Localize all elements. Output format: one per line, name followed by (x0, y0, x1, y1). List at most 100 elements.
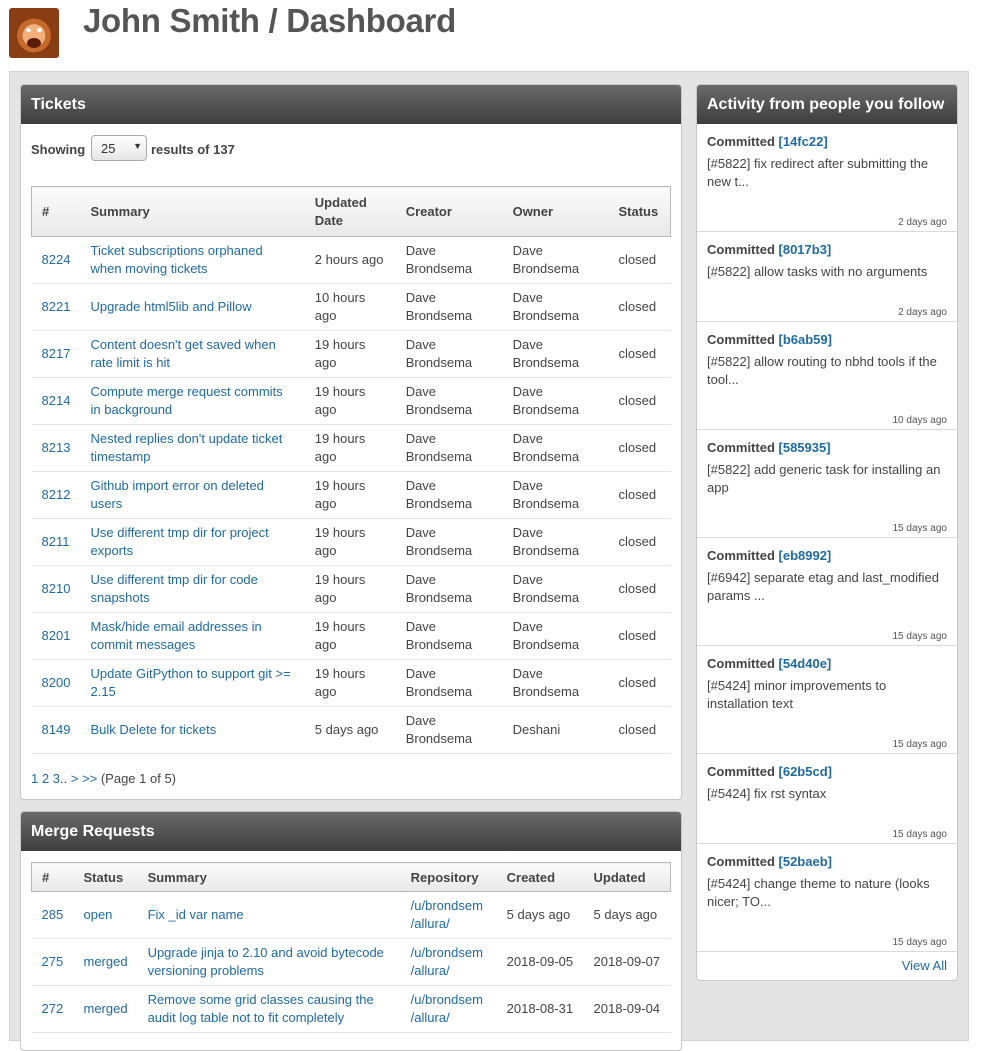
ticket-summary-link[interactable]: Use different tmp dir for code snapshots (90, 572, 257, 605)
pager-page-1[interactable]: 1 (31, 771, 38, 786)
ticket-owner: Dave Brondsema (502, 236, 609, 284)
commit-link[interactable]: [54d40e] (779, 656, 832, 671)
pager-page-3[interactable]: 3 (53, 771, 60, 786)
ticket-number-link[interactable]: 8211 (42, 534, 70, 549)
merge-header-row: # Status Summary Repository Created Upda… (31, 862, 671, 892)
col-repository[interactable]: Repository (400, 862, 497, 892)
ticket-creator: Dave Brondsema (395, 424, 503, 472)
ticket-updated: 19 hours ago (304, 377, 396, 425)
ticket-row: 8213 Nested replies don't update ticket … (31, 424, 671, 472)
activity-panel: Activity from people you follow Committe… (696, 84, 958, 981)
ticket-summary-link[interactable]: Upgrade html5lib and Pillow (90, 299, 251, 314)
ticket-creator: Dave Brondsema (395, 518, 503, 566)
avatar-eye-left (26, 28, 31, 32)
merge-requests-panel: Merge Requests # Status Summary Reposito… (20, 811, 682, 1051)
ticket-summary-link[interactable]: Ticket subscriptions orphaned when movin… (90, 243, 262, 276)
col-creator[interactable]: Creator (395, 186, 503, 237)
commit-link[interactable]: [eb8992] (779, 548, 832, 563)
commit-link[interactable]: [62b5cd] (779, 764, 832, 779)
ticket-row: 8221 Upgrade html5lib and Pillow 10 hour… (31, 283, 671, 331)
activity-time: 15 days ago (892, 523, 948, 534)
ticket-number-link[interactable]: 8212 (42, 487, 71, 502)
ticket-number-link[interactable]: 8210 (42, 581, 71, 596)
ticket-creator: Dave Brondsema (395, 659, 503, 707)
ticket-summary-link[interactable]: Update GitPython to support git >= 2.15 (90, 666, 290, 699)
commit-link[interactable]: [585935] (779, 440, 831, 455)
ticket-number-link[interactable]: 8213 (42, 440, 71, 455)
activity-label: Committed (707, 548, 775, 563)
ticket-number-link[interactable]: 8201 (42, 628, 71, 643)
pager-last[interactable]: >> (82, 771, 97, 786)
avatar-mouth (27, 38, 41, 48)
ticket-status: closed (608, 424, 671, 472)
merge-status-link[interactable]: merged (83, 954, 127, 969)
view-all-link[interactable]: View All (902, 958, 947, 973)
activity-time: 15 days ago (892, 829, 948, 840)
merge-number-link[interactable]: 275 (42, 954, 64, 969)
ticket-owner: Dave Brondsema (502, 377, 609, 425)
col-status[interactable]: Status (608, 186, 672, 237)
commit-link[interactable]: [b6ab59] (779, 332, 832, 347)
ticket-summary-link[interactable]: Github import error on deleted users (90, 478, 263, 511)
merge-repo-link[interactable]: /u/brondsem /allura/ (411, 898, 483, 931)
pager-info: (Page 1 of 5) (100, 771, 176, 786)
col-summary[interactable]: Summary (80, 186, 305, 237)
ticket-status: closed (608, 518, 671, 566)
ticket-number-link[interactable]: 8217 (42, 346, 71, 361)
merge-repo-link[interactable]: /u/brondsem /allura/ (411, 945, 483, 978)
col-updated-date[interactable]: Updated Date (304, 186, 396, 237)
ticket-row: 8210 Use different tmp dir for code snap… (31, 565, 671, 613)
merge-repo-link[interactable]: /u/brondsem /allura/ (411, 992, 483, 1025)
ticket-updated: 19 hours ago (304, 518, 396, 566)
col-status[interactable]: Status (73, 862, 138, 892)
ticket-summary-link[interactable]: Compute merge request commits in backgro… (90, 384, 282, 417)
ticket-number-link[interactable]: 8221 (42, 299, 71, 314)
merge-updated: 2018-09-04 (583, 985, 671, 1033)
ticket-number-link[interactable]: 8224 (42, 252, 71, 267)
activity-title: Committed [54d40e] (707, 656, 947, 671)
merge-status-link[interactable]: open (83, 907, 112, 922)
merge-number-link[interactable]: 272 (42, 1001, 64, 1016)
ticket-updated: 2 hours ago (304, 236, 396, 284)
ticket-row: 8214 Compute merge request commits in ba… (31, 377, 671, 425)
merge-updated: 2018-09-07 (583, 938, 671, 986)
activity-label: Committed (707, 242, 775, 257)
col-updated[interactable]: Updated (583, 862, 671, 892)
pager-page-2[interactable]: 2 (42, 771, 49, 786)
ticket-summary-link[interactable]: Nested replies don't update ticket times… (90, 431, 282, 464)
col-number[interactable]: # (31, 186, 81, 237)
merge-status-link[interactable]: merged (83, 1001, 127, 1016)
activity-item: Committed [54d40e] [#5424] minor improve… (697, 646, 957, 754)
activity-time: 15 days ago (892, 739, 948, 750)
commit-link[interactable]: [14fc22] (779, 134, 828, 149)
ticket-owner: Dave Brondsema (502, 283, 609, 331)
col-owner[interactable]: Owner (502, 186, 609, 237)
merge-updated: 5 days ago (583, 891, 671, 939)
ticket-number-link[interactable]: 8200 (42, 675, 71, 690)
merge-summary-link[interactable]: Upgrade jinja to 2.10 and avoid bytecode… (148, 945, 384, 978)
ticket-number-link[interactable]: 8149 (42, 722, 71, 737)
ticket-summary-link[interactable]: Mask/hide email addresses in commit mess… (90, 619, 261, 652)
col-created[interactable]: Created (496, 862, 584, 892)
activity-text: [#5822] fix redirect after submitting th… (707, 156, 929, 189)
commit-link[interactable]: [8017b3] (779, 242, 832, 257)
ticket-number-link[interactable]: 8214 (42, 393, 71, 408)
page-size-select[interactable]: 25 ▼ (91, 135, 147, 161)
merge-summary-link[interactable]: Remove some grid classes causing the aud… (148, 992, 374, 1025)
activity-label: Committed (707, 854, 775, 869)
col-number[interactable]: # (31, 862, 74, 892)
commit-link[interactable]: [52baeb] (779, 854, 832, 869)
ticket-summary-link[interactable]: Use different tmp dir for project export… (90, 525, 268, 558)
ticket-summary-link[interactable]: Bulk Delete for tickets (90, 722, 216, 737)
merge-number-link[interactable]: 285 (42, 907, 64, 922)
ticket-summary-link[interactable]: Content doesn't get saved when rate limi… (90, 337, 275, 370)
user-avatar[interactable] (9, 8, 59, 58)
activity-time: 2 days ago (898, 217, 947, 228)
showing-label: Showing (31, 142, 86, 157)
pager-next[interactable]: > (71, 771, 79, 786)
activity-item: Committed [b6ab59] [#5822] allow routing… (697, 322, 957, 430)
col-summary[interactable]: Summary (137, 862, 401, 892)
ticket-owner: Dave Brondsema (502, 424, 609, 472)
activity-text: [#6942] separate etag and last_modified … (707, 570, 940, 603)
merge-summary-link[interactable]: Fix _id var name (148, 907, 244, 922)
